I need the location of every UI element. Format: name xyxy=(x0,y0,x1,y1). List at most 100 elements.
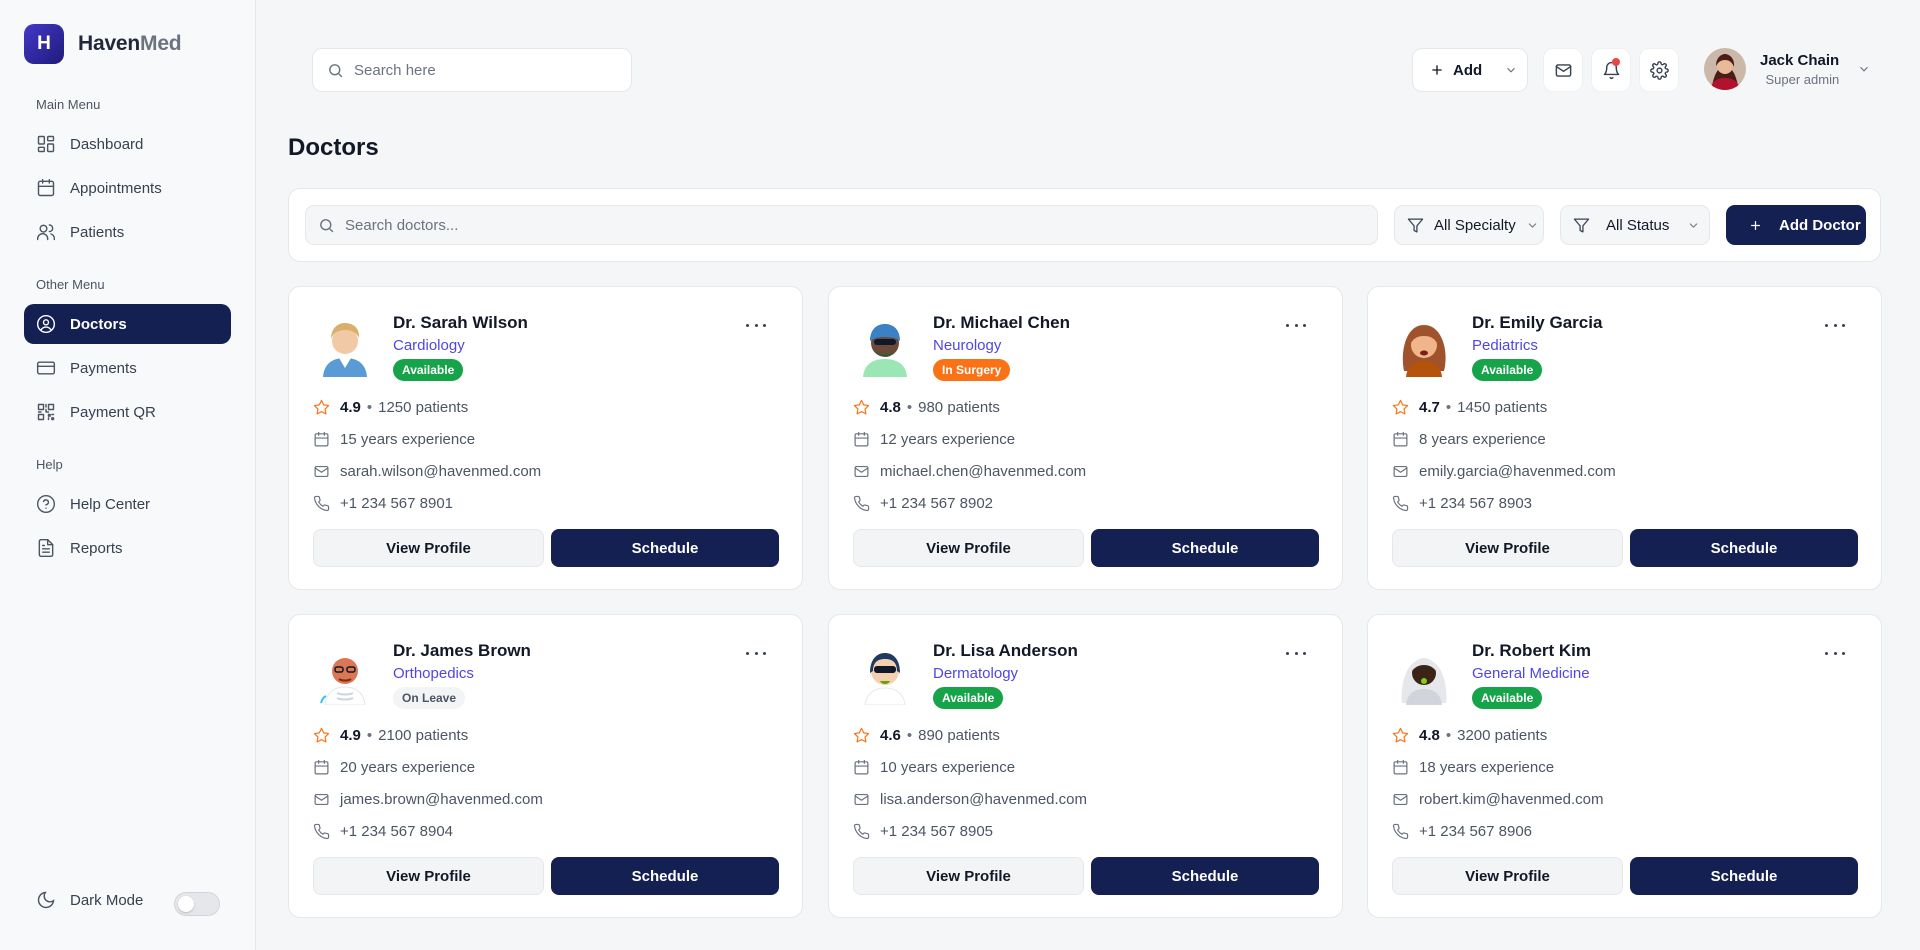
schedule-button[interactable]: Schedule xyxy=(1091,857,1319,895)
add-button[interactable]: Add xyxy=(1412,48,1528,92)
doctor-name[interactable]: Dr. Emily Garcia xyxy=(1472,313,1602,333)
doctor-search-input[interactable] xyxy=(345,216,1245,234)
chevron-down-icon xyxy=(1507,67,1516,73)
status-badge: On Leave xyxy=(393,687,466,709)
email-text[interactable]: james.brown@havenmed.com xyxy=(340,791,543,808)
mail-button[interactable] xyxy=(1543,48,1583,92)
sidebar-item-appointments[interactable]: Appointments xyxy=(24,168,231,208)
status-filter[interactable]: All Status xyxy=(1560,205,1710,245)
mail-icon xyxy=(314,793,329,806)
notifications-button[interactable] xyxy=(1591,48,1631,92)
rating-value: 4.6 xyxy=(880,727,901,744)
phone-text[interactable]: +1 234 567 8902 xyxy=(880,495,993,512)
doctor-card: Dr. Robert Kim General Medicine Availabl… xyxy=(1367,614,1882,918)
more-options-button[interactable] xyxy=(746,319,766,331)
email-row: lisa.anderson@havenmed.com xyxy=(853,791,1087,808)
brand[interactable]: H HavenMed xyxy=(24,24,182,64)
brand-name-accent: Med xyxy=(140,32,182,55)
doctor-name[interactable]: Dr. Lisa Anderson xyxy=(933,641,1078,661)
doctor-specialty: Neurology xyxy=(933,337,1002,354)
view-profile-button[interactable]: View Profile xyxy=(1392,529,1623,567)
dark-mode-row: Dark Mode xyxy=(36,890,143,910)
sidebar-item-payments[interactable]: Payments xyxy=(24,348,231,388)
more-options-button[interactable] xyxy=(1825,319,1845,331)
help-heading: Help xyxy=(36,457,63,472)
add-doctor-button[interactable]: Add Doctor xyxy=(1726,205,1866,245)
plus-icon xyxy=(1751,220,1760,230)
schedule-button[interactable]: Schedule xyxy=(1630,857,1858,895)
star-icon xyxy=(313,399,330,415)
bullet-separator: • xyxy=(1445,399,1452,416)
email-text[interactable]: emily.garcia@havenmed.com xyxy=(1419,463,1616,480)
star-icon xyxy=(1392,727,1409,743)
schedule-button[interactable]: Schedule xyxy=(1091,529,1319,567)
phone-text[interactable]: +1 234 567 8904 xyxy=(340,823,453,840)
email-text[interactable]: lisa.anderson@havenmed.com xyxy=(880,791,1087,808)
global-search[interactable] xyxy=(312,48,632,92)
doctor-avatar xyxy=(853,641,917,705)
view-profile-button[interactable]: View Profile xyxy=(313,529,544,567)
user-role: Super admin xyxy=(1765,71,1840,87)
doctor-name[interactable]: Dr. Sarah Wilson xyxy=(393,313,528,333)
settings-button[interactable] xyxy=(1639,48,1679,92)
more-dot xyxy=(1825,323,1828,327)
page-title: Doctors xyxy=(288,134,379,161)
users-icon xyxy=(36,224,56,241)
view-profile-button[interactable]: View Profile xyxy=(1392,857,1623,895)
phone-text[interactable]: +1 234 567 8901 xyxy=(340,495,453,512)
schedule-button[interactable]: Schedule xyxy=(551,529,779,567)
calendar-icon xyxy=(1393,431,1408,447)
status-badge: Available xyxy=(1472,359,1543,381)
more-dot xyxy=(763,651,766,655)
more-options-button[interactable] xyxy=(746,647,766,659)
more-dot xyxy=(1303,651,1306,655)
add-doctor-label: Add Doctor xyxy=(1779,216,1861,234)
sidebar-item-dashboard[interactable]: Dashboard xyxy=(24,124,231,164)
experience-row: 15 years experience xyxy=(313,431,475,448)
doctor-name[interactable]: Dr. James Brown xyxy=(393,641,531,661)
gear-icon xyxy=(1649,60,1669,80)
doctor-avatar xyxy=(313,313,377,377)
phone-text[interactable]: +1 234 567 8906 xyxy=(1419,823,1532,840)
doctor-search[interactable] xyxy=(305,205,1378,245)
more-dot xyxy=(1286,323,1289,327)
email-row: michael.chen@havenmed.com xyxy=(853,463,1086,480)
sidebar-item-patients[interactable]: Patients xyxy=(24,212,231,252)
schedule-button[interactable]: Schedule xyxy=(551,857,779,895)
doctor-card: Dr. Lisa Anderson Dermatology Available … xyxy=(828,614,1343,918)
schedule-button[interactable]: Schedule xyxy=(1630,529,1858,567)
view-profile-button[interactable]: View Profile xyxy=(853,857,1084,895)
phone-text[interactable]: +1 234 567 8903 xyxy=(1419,495,1532,512)
email-text[interactable]: michael.chen@havenmed.com xyxy=(880,463,1086,480)
email-text[interactable]: sarah.wilson@havenmed.com xyxy=(340,463,541,480)
notification-dot xyxy=(1612,58,1620,66)
more-dot xyxy=(1294,651,1298,655)
more-options-button[interactable] xyxy=(1286,319,1306,331)
patient-count: 1450 patients xyxy=(1457,399,1548,416)
sidebar-item-reports[interactable]: Reports xyxy=(24,528,231,568)
user-circle-icon xyxy=(36,314,56,334)
phone-text[interactable]: +1 234 567 8905 xyxy=(880,823,993,840)
sidebar-item-doctors[interactable]: Doctors xyxy=(24,304,231,344)
status-filter-value: All Status xyxy=(1606,216,1670,234)
global-search-input[interactable] xyxy=(354,61,594,79)
more-dot xyxy=(1825,651,1828,655)
rating-value: 4.8 xyxy=(880,399,901,416)
doctor-name[interactable]: Dr. Robert Kim xyxy=(1472,641,1591,661)
dark-mode-toggle[interactable] xyxy=(174,892,220,916)
doctor-name[interactable]: Dr. Michael Chen xyxy=(933,313,1070,333)
sidebar-item-payment-qr[interactable]: Payment QR xyxy=(24,392,231,432)
email-text[interactable]: robert.kim@havenmed.com xyxy=(1419,791,1603,808)
chevron-down-icon xyxy=(1690,222,1698,228)
view-profile-button[interactable]: View Profile xyxy=(853,529,1084,567)
more-options-button[interactable] xyxy=(1286,647,1306,659)
view-profile-button[interactable]: View Profile xyxy=(313,857,544,895)
specialty-filter-value: All Specialty xyxy=(1434,216,1516,234)
search-icon xyxy=(329,63,343,77)
brand-name-main: Haven xyxy=(78,32,141,55)
user-menu[interactable]: Jack Chain Super admin xyxy=(1704,48,1871,90)
specialty-filter[interactable]: All Specialty xyxy=(1394,205,1544,245)
sidebar-item-help-center[interactable]: Help Center xyxy=(24,484,231,524)
mail-icon xyxy=(1393,465,1408,478)
more-options-button[interactable] xyxy=(1825,647,1845,659)
